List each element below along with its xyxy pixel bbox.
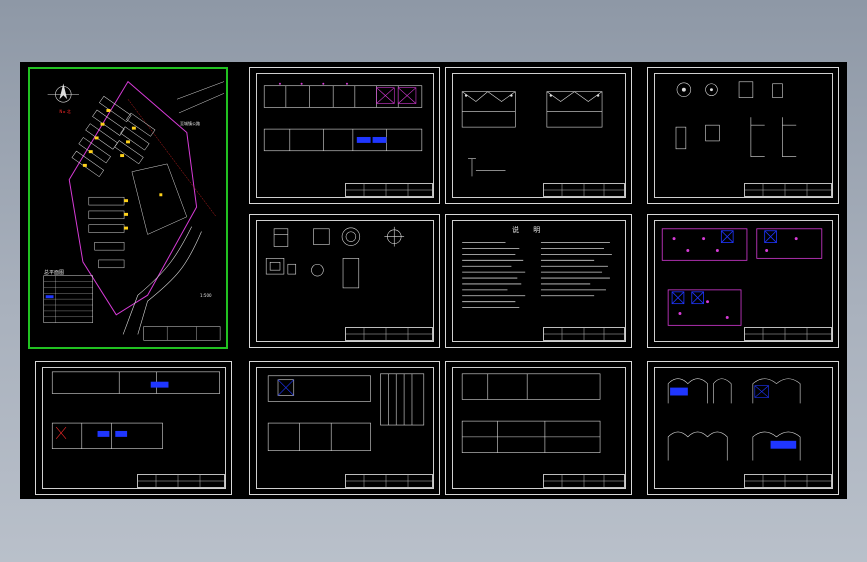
sheet-detail-sections-1[interactable] — [445, 67, 632, 204]
sheet-site-plan[interactable]: N ▸ 北 总平面图 1:500 至城镇公路 — [28, 67, 228, 349]
sheet-section-elevations[interactable] — [647, 361, 839, 495]
site-plan-drawing: N ▸ 北 — [43, 80, 225, 341]
sheet-plan-elevation-2[interactable] — [35, 361, 232, 495]
sheet-plan-elevation-1[interactable] — [249, 67, 440, 204]
sheet-node-details[interactable] — [249, 214, 440, 348]
drawing-canvas[interactable]: N ▸ 北 总平面图 1:500 至城镇公路 说 明 — [20, 62, 847, 499]
site-plan-road-note: 至城镇公路 — [180, 121, 200, 126]
sheet-colored-layout[interactable] — [647, 214, 839, 348]
sheet-design-notes[interactable]: 说 明 — [445, 214, 632, 348]
site-plan-title: 总平面图 — [44, 270, 65, 276]
sheet-detail-sections-2[interactable] — [647, 67, 839, 204]
site-plan-scale: 1:500 — [200, 293, 212, 298]
svg-text:N ▸ 北: N ▸ 北 — [59, 109, 70, 114]
north-arrow-icon: N ▸ 北 — [47, 83, 79, 114]
sheet-plan-elevation-4[interactable] — [445, 361, 632, 495]
sheet-plan-elevation-3[interactable] — [249, 361, 440, 495]
